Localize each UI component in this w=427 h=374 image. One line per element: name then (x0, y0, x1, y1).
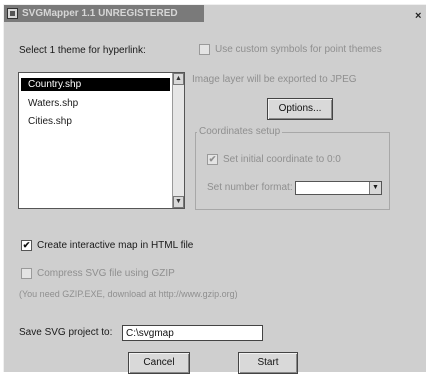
theme-list[interactable]: Country.shp Waters.shp Cities.shp ▲ ▼ (18, 72, 185, 209)
theme-picker-label: Select 1 theme for hyperlink: (19, 45, 146, 56)
scroll-up-icon[interactable]: ▲ (173, 73, 184, 85)
save-project-label: Save SVG project to: (19, 327, 113, 338)
start-button[interactable]: Start (238, 352, 298, 374)
number-format-label: Set number format: (207, 182, 293, 193)
coordinates-groupbox (195, 132, 390, 210)
number-format-select[interactable]: ▼ (295, 181, 382, 195)
theme-list-item[interactable]: Country.shp (21, 78, 170, 91)
image-export-note: Image layer will be exported to JPEG (192, 74, 357, 85)
theme-list-item[interactable]: Cities.shp (21, 115, 170, 128)
project-path-input[interactable] (122, 325, 263, 341)
custom-symbols-label: Use custom symbols for point themes (215, 44, 382, 55)
compress-checkbox[interactable] (21, 268, 32, 279)
cancel-button[interactable]: Cancel (128, 352, 190, 374)
close-icon[interactable]: × (415, 10, 424, 22)
custom-symbols-checkbox[interactable] (199, 44, 210, 55)
html-map-checkbox[interactable]: ✔ (21, 240, 32, 251)
window-title: SVGMapper 1.1 UNREGISTERED (22, 8, 178, 19)
title-bar[interactable]: SVGMapper 1.1 UNREGISTERED (4, 5, 204, 22)
chevron-down-icon[interactable]: ▼ (369, 182, 381, 194)
scroll-down-icon[interactable]: ▼ (173, 196, 184, 208)
theme-list-item[interactable]: Waters.shp (21, 97, 170, 110)
coordinates-group-title: Coordinates setup (197, 126, 283, 137)
set-initial-coordinate-label: Set initial coordinate to 0:0 (223, 154, 341, 165)
options-button[interactable]: Options... (267, 98, 333, 120)
svgmapper-window: SVGMapper 1.1 UNREGISTERED × Select 1 th… (3, 4, 426, 374)
app-icon (7, 8, 18, 19)
compress-label: Compress SVG file using GZIP (37, 268, 175, 279)
theme-list-scrollbar[interactable]: ▲ ▼ (172, 73, 184, 208)
gzip-note: (You need GZIP.EXE, download at http://w… (19, 289, 238, 299)
set-initial-coordinate-checkbox[interactable]: ✔ (207, 154, 218, 165)
html-map-label: Create interactive map in HTML file (37, 240, 194, 251)
